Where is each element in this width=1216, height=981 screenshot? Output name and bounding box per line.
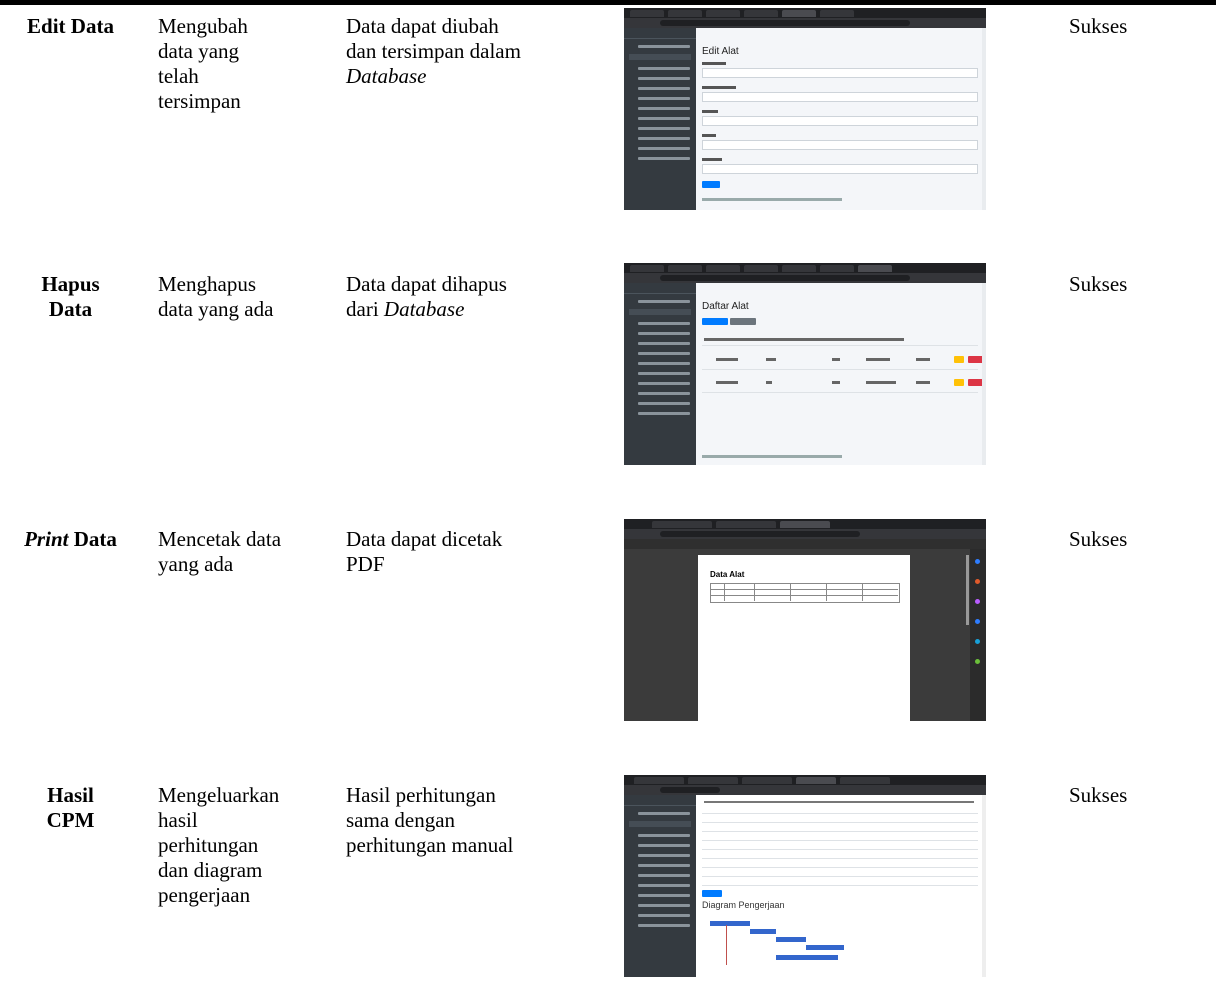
feature-label: Hapus bbox=[41, 272, 100, 296]
screenshot-hasil-cpm: Diagram Pengerjaan bbox=[624, 775, 986, 977]
status-cell: Sukses bbox=[1069, 14, 1128, 38]
add-button bbox=[702, 318, 728, 325]
browser-tabs bbox=[624, 775, 986, 785]
result-line: dari bbox=[346, 297, 384, 321]
result-cell: Hasil perhitungan sama dengan perhitunga… bbox=[346, 783, 586, 858]
result-line: perhitungan manual bbox=[346, 833, 514, 857]
description-line: Menghapus bbox=[158, 272, 256, 296]
screenshot-pdf-viewer: Data Alat bbox=[624, 519, 986, 721]
description-line: pengerjaan bbox=[158, 883, 251, 907]
address-bar bbox=[624, 273, 986, 283]
print-button bbox=[730, 318, 756, 325]
result-italic: Database bbox=[383, 297, 465, 321]
pdf-title: Data Alat bbox=[710, 570, 745, 579]
description-line: yang ada bbox=[158, 552, 234, 576]
description-line: perhitungan bbox=[158, 833, 259, 857]
result-line: dan tersimpan dalam bbox=[346, 39, 521, 63]
result-line: Hasil perhitungan bbox=[346, 783, 496, 807]
sidebar bbox=[624, 28, 696, 210]
address-bar bbox=[624, 529, 986, 539]
feature-label: Edit Data bbox=[27, 14, 114, 38]
address-bar bbox=[624, 18, 986, 28]
pdf-page: Data Alat bbox=[698, 555, 910, 721]
description-line: Mengubah bbox=[158, 14, 248, 38]
status-cell: Sukses bbox=[1069, 783, 1128, 807]
screenshot-page-title: Daftar Alat bbox=[702, 301, 749, 312]
sidebar bbox=[624, 795, 696, 977]
description-cell: Mengubah data yang telah tersimpan bbox=[158, 14, 328, 114]
description-line: Mengeluarkan bbox=[158, 783, 280, 807]
export-button bbox=[702, 890, 722, 897]
feature-cell: Edit Data bbox=[8, 14, 133, 39]
feature-label-italic: Print bbox=[24, 527, 69, 551]
result-line: Data dapat dicetak bbox=[346, 527, 503, 551]
status-cell: Sukses bbox=[1069, 272, 1128, 296]
feature-cell: Hapus Data bbox=[8, 272, 133, 322]
pdf-side-toolbar bbox=[970, 549, 986, 721]
address-bar bbox=[624, 785, 986, 795]
browser-tabs bbox=[624, 263, 986, 273]
save-button bbox=[702, 181, 720, 188]
description-line: Mencetak data bbox=[158, 527, 282, 551]
description-line: telah bbox=[158, 64, 199, 88]
feature-cell: Hasil CPM bbox=[8, 783, 133, 833]
feature-label: CPM bbox=[46, 808, 95, 832]
screenshot-daftar-alat: Daftar Alat bbox=[624, 263, 986, 465]
feature-label: Data bbox=[48, 297, 93, 321]
result-cell: Data dapat dihapus dari Database bbox=[346, 272, 586, 322]
result-cell: Data dapat dicetak PDF bbox=[346, 527, 586, 577]
feature-cell: Print Data bbox=[8, 527, 133, 552]
description-line: data yang bbox=[158, 39, 240, 63]
description-cell: Menghapus data yang ada bbox=[158, 272, 328, 322]
status-cell: Sukses bbox=[1069, 527, 1128, 551]
result-line: sama dengan bbox=[346, 808, 456, 832]
browser-tabs bbox=[624, 8, 986, 18]
feature-label: Data bbox=[68, 527, 117, 551]
screenshot-edit-alat: Edit Alat bbox=[624, 8, 986, 210]
result-line: Data dapat diubah bbox=[346, 14, 499, 38]
description-line: dan diagram bbox=[158, 858, 263, 882]
result-cell: Data dapat diubah dan tersimpan dalam Da… bbox=[346, 14, 586, 89]
description-line: hasil bbox=[158, 808, 198, 832]
description-line: tersimpan bbox=[158, 89, 241, 113]
description-cell: Mencetak data yang ada bbox=[158, 527, 328, 577]
table-top-border bbox=[0, 0, 1216, 5]
result-line: Data dapat dihapus bbox=[346, 272, 507, 296]
result-line: PDF bbox=[346, 552, 385, 576]
screenshot-page-title: Edit Alat bbox=[702, 46, 739, 57]
pdf-toolbar bbox=[624, 539, 986, 549]
diagram-title: Diagram Pengerjaan bbox=[702, 900, 785, 910]
browser-tabs bbox=[624, 519, 986, 529]
sidebar bbox=[624, 283, 696, 465]
result-italic: Database bbox=[346, 64, 427, 88]
description-cell: Mengeluarkan hasil perhitungan dan diagr… bbox=[158, 783, 328, 908]
feature-label: Hasil bbox=[47, 783, 94, 807]
description-line: data yang ada bbox=[158, 297, 274, 321]
